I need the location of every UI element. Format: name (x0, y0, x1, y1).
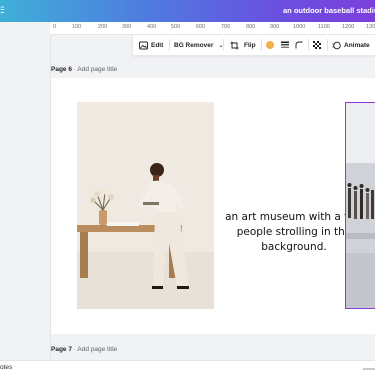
animate-icon (332, 41, 341, 49)
ruler-tick: 200 (98, 24, 108, 30)
transparency-button[interactable] (313, 35, 321, 55)
page-title-placeholder[interactable]: Add page title (77, 66, 117, 73)
ruler-tick: 1200 (342, 24, 355, 30)
animate-button[interactable]: Animate (332, 35, 370, 55)
zoom-slider[interactable] (363, 368, 375, 370)
header-bar: ☰ an outdoor baseball stadium with (0, 0, 375, 22)
document-title[interactable]: an outdoor baseball stadium with (283, 6, 375, 15)
corner-rounding-icon (295, 41, 303, 49)
color-swatch-button[interactable] (266, 35, 274, 55)
notes-button[interactable]: otes (0, 364, 12, 371)
bottom-bar: otes (0, 360, 375, 376)
ruler-tick: 700 (221, 24, 231, 30)
color-swatch (266, 41, 274, 49)
menu-icon[interactable]: ☰ (0, 5, 4, 15)
ruler-tick: 800 (246, 24, 256, 30)
corner-rounding-button[interactable] (295, 35, 303, 55)
photo-illustration (77, 102, 214, 309)
museum-photo-illustration (346, 103, 375, 308)
border-style-icon (281, 41, 289, 48)
edit-label: Edit (151, 41, 164, 49)
edit-image-icon (139, 41, 148, 49)
crop-icon (230, 41, 239, 49)
ruler-tick: 400 (147, 24, 157, 30)
selected-image-museum[interactable] (345, 102, 375, 309)
ruler-tick: 300 (122, 24, 132, 30)
edit-button[interactable]: Edit (139, 35, 163, 55)
ruler-tick: 1300 (366, 24, 375, 30)
bg-remover-button[interactable]: BG Remover ⌄ (174, 35, 223, 55)
ruler-tick: 0 (53, 24, 57, 30)
toolbar-divider (261, 39, 262, 51)
bg-remover-label: BG Remover (174, 41, 214, 49)
ruler-tick: 900 (270, 24, 280, 30)
page-title-placeholder[interactable]: Add page title (77, 346, 117, 353)
ruler-tick: 100 (72, 24, 82, 30)
ruler-tick: 500 (171, 24, 181, 30)
crop-button[interactable] (230, 35, 239, 55)
page-number: Page 7 (51, 346, 72, 353)
flip-button[interactable]: Flip (244, 35, 256, 55)
toolbar-divider (308, 39, 309, 51)
ruler-tick: 1000 (293, 24, 306, 30)
image-toolbar: Edit BG Remover ⌄ Flip Animate (132, 34, 375, 56)
toolbar-divider (327, 39, 328, 51)
page-6-header[interactable]: Page 6 · Add page title (51, 66, 117, 73)
ruler-tick: 600 (196, 24, 206, 30)
border-style-button[interactable] (281, 35, 289, 55)
transparency-icon (313, 41, 321, 49)
flip-label: Flip (244, 41, 256, 49)
side-panel (0, 22, 51, 367)
ruler-tick: 1100 (318, 24, 330, 30)
animate-label: Animate (344, 41, 370, 49)
page-number: Page 6 (51, 66, 72, 73)
photo-woman-with-flowers[interactable] (77, 102, 214, 309)
page-7-header[interactable]: Page 7 · Add page title (51, 346, 117, 353)
toolbar-divider (223, 39, 224, 51)
toolbar-divider (169, 39, 170, 51)
